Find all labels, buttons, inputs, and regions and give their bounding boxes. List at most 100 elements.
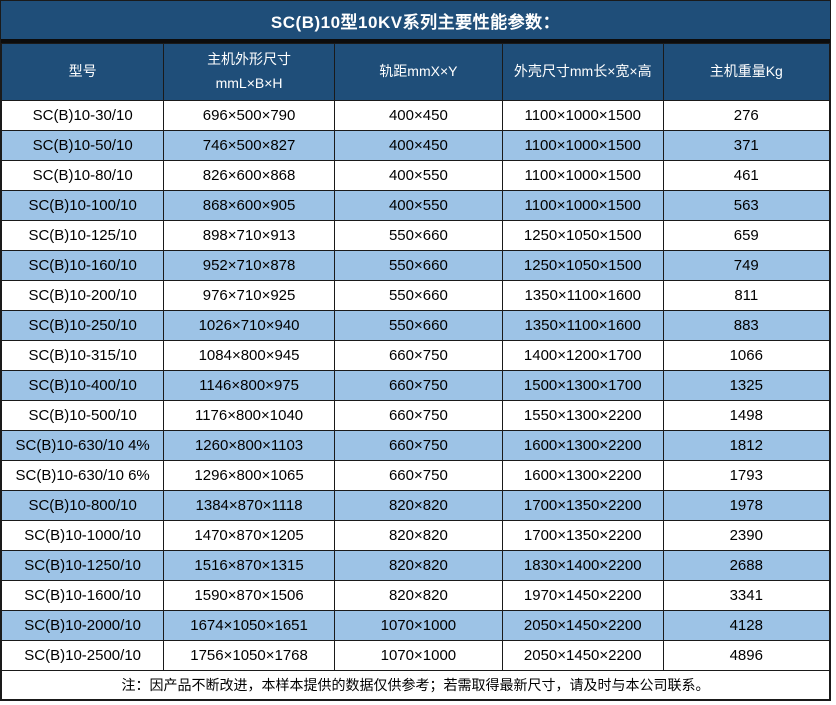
table-row: SC(B)10-1600/101590×870×1506820×8201970×… <box>2 581 830 611</box>
dimensions-cell: 1260×800×1103 <box>164 431 335 461</box>
weight-cell: 2390 <box>663 521 829 551</box>
model-cell: SC(B)10-250/10 <box>2 311 164 341</box>
shell-size-cell: 1500×1300×1700 <box>502 371 663 401</box>
dimensions-cell: 868×600×905 <box>164 191 335 221</box>
dimensions-cell: 898×710×913 <box>164 221 335 251</box>
rail-gauge-cell: 660×750 <box>334 461 502 491</box>
rail-gauge-cell: 550×660 <box>334 281 502 311</box>
model-cell: SC(B)10-50/10 <box>2 131 164 161</box>
table-header-row: 型号 主机外形尺寸 mmL×B×H 轨距mmX×Y 外壳尺寸mm长×宽×高 主机… <box>2 44 830 101</box>
rail-gauge-cell: 550×660 <box>334 221 502 251</box>
table-row: SC(B)10-630/10 6%1296×800×1065660×750160… <box>2 461 830 491</box>
table-row: SC(B)10-1000/101470×870×1205820×8201700×… <box>2 521 830 551</box>
table-row: SC(B)10-50/10746×500×827400×4501100×1000… <box>2 131 830 161</box>
shell-size-cell: 1550×1300×2200 <box>502 401 663 431</box>
table-row: SC(B)10-250/101026×710×940550×6601350×11… <box>2 311 830 341</box>
model-cell: SC(B)10-1000/10 <box>2 521 164 551</box>
shell-size-cell: 1350×1100×1600 <box>502 281 663 311</box>
column-header-rail-gauge: 轨距mmX×Y <box>334 44 502 101</box>
spec-table: 型号 主机外形尺寸 mmL×B×H 轨距mmX×Y 外壳尺寸mm长×宽×高 主机… <box>1 43 830 700</box>
model-cell: SC(B)10-100/10 <box>2 191 164 221</box>
column-header-shell-size: 外壳尺寸mm长×宽×高 <box>502 44 663 101</box>
table-row: SC(B)10-125/10898×710×913550×6601250×105… <box>2 221 830 251</box>
table-row: SC(B)10-630/10 4%1260×800×1103660×750160… <box>2 431 830 461</box>
model-cell: SC(B)10-2000/10 <box>2 611 164 641</box>
weight-cell: 1325 <box>663 371 829 401</box>
dimensions-cell: 1146×800×975 <box>164 371 335 401</box>
weight-cell: 2688 <box>663 551 829 581</box>
rail-gauge-cell: 400×550 <box>334 161 502 191</box>
model-cell: SC(B)10-1600/10 <box>2 581 164 611</box>
page-title: SC(B)10型10KV系列主要性能参数： <box>1 1 830 43</box>
rail-gauge-cell: 820×820 <box>334 581 502 611</box>
dimensions-cell: 1084×800×945 <box>164 341 335 371</box>
model-cell: SC(B)10-80/10 <box>2 161 164 191</box>
weight-cell: 659 <box>663 221 829 251</box>
dimensions-cell: 1516×870×1315 <box>164 551 335 581</box>
dimensions-cell: 1296×800×1065 <box>164 461 335 491</box>
shell-size-cell: 2050×1450×2200 <box>502 641 663 671</box>
weight-cell: 276 <box>663 101 829 131</box>
dimensions-cell: 1756×1050×1768 <box>164 641 335 671</box>
table-row: SC(B)10-1250/101516×870×1315820×8201830×… <box>2 551 830 581</box>
spec-table-page: SC(B)10型10KV系列主要性能参数： 型号 主机外形尺寸 mmL×B×H … <box>0 0 836 705</box>
table-row: SC(B)10-315/101084×800×945660×7501400×12… <box>2 341 830 371</box>
model-cell: SC(B)10-1250/10 <box>2 551 164 581</box>
shell-size-cell: 1600×1300×2200 <box>502 431 663 461</box>
dimensions-cell: 952×710×878 <box>164 251 335 281</box>
rail-gauge-cell: 660×750 <box>334 431 502 461</box>
dimensions-cell: 696×500×790 <box>164 101 335 131</box>
table-row: SC(B)10-30/10696×500×790400×4501100×1000… <box>2 101 830 131</box>
model-cell: SC(B)10-125/10 <box>2 221 164 251</box>
column-header-weight: 主机重量Kg <box>663 44 829 101</box>
weight-cell: 3341 <box>663 581 829 611</box>
weight-cell: 4128 <box>663 611 829 641</box>
rail-gauge-cell: 550×660 <box>334 311 502 341</box>
model-cell: SC(B)10-500/10 <box>2 401 164 431</box>
model-cell: SC(B)10-315/10 <box>2 341 164 371</box>
dimensions-cell: 826×600×868 <box>164 161 335 191</box>
weight-cell: 371 <box>663 131 829 161</box>
table-row: SC(B)10-800/101384×870×1118820×8201700×1… <box>2 491 830 521</box>
table-row: SC(B)10-80/10826×600×868400×5501100×1000… <box>2 161 830 191</box>
shell-size-cell: 1700×1350×2200 <box>502 521 663 551</box>
column-header-dimensions: 主机外形尺寸 mmL×B×H <box>164 44 335 101</box>
table-body: SC(B)10-30/10696×500×790400×4501100×1000… <box>2 101 830 671</box>
rail-gauge-cell: 820×820 <box>334 551 502 581</box>
shell-size-cell: 1970×1450×2200 <box>502 581 663 611</box>
dimensions-cell: 1026×710×940 <box>164 311 335 341</box>
rail-gauge-cell: 400×450 <box>334 101 502 131</box>
weight-cell: 461 <box>663 161 829 191</box>
shell-size-cell: 1100×1000×1500 <box>502 131 663 161</box>
weight-cell: 563 <box>663 191 829 221</box>
shell-size-cell: 1250×1050×1500 <box>502 251 663 281</box>
footer-note: 注：因产品不断改进，本样本提供的数据仅供参考；若需取得最新尺寸，请及时与本公司联… <box>2 671 830 700</box>
shell-size-cell: 1100×1000×1500 <box>502 161 663 191</box>
model-cell: SC(B)10-160/10 <box>2 251 164 281</box>
model-cell: SC(B)10-400/10 <box>2 371 164 401</box>
rail-gauge-cell: 820×820 <box>334 491 502 521</box>
model-cell: SC(B)10-30/10 <box>2 101 164 131</box>
spec-sheet: SC(B)10型10KV系列主要性能参数： 型号 主机外形尺寸 mmL×B×H … <box>0 0 831 701</box>
dimensions-cell: 1176×800×1040 <box>164 401 335 431</box>
model-cell: SC(B)10-2500/10 <box>2 641 164 671</box>
model-cell: SC(B)10-200/10 <box>2 281 164 311</box>
rail-gauge-cell: 550×660 <box>334 251 502 281</box>
dimensions-cell: 1674×1050×1651 <box>164 611 335 641</box>
table-row: SC(B)10-2000/101674×1050×16511070×100020… <box>2 611 830 641</box>
weight-cell: 811 <box>663 281 829 311</box>
shell-size-cell: 1250×1050×1500 <box>502 221 663 251</box>
column-header-model: 型号 <box>2 44 164 101</box>
shell-size-cell: 1830×1400×2200 <box>502 551 663 581</box>
shell-size-cell: 1400×1200×1700 <box>502 341 663 371</box>
model-cell: SC(B)10-630/10 6% <box>2 461 164 491</box>
rail-gauge-cell: 820×820 <box>334 521 502 551</box>
shell-size-cell: 1100×1000×1500 <box>502 191 663 221</box>
weight-cell: 883 <box>663 311 829 341</box>
weight-cell: 1498 <box>663 401 829 431</box>
table-row: SC(B)10-100/10868×600×905400×5501100×100… <box>2 191 830 221</box>
dimensions-cell: 976×710×925 <box>164 281 335 311</box>
table-row: SC(B)10-500/101176×800×1040660×7501550×1… <box>2 401 830 431</box>
rail-gauge-cell: 1070×1000 <box>334 611 502 641</box>
table-row: SC(B)10-400/101146×800×975660×7501500×13… <box>2 371 830 401</box>
